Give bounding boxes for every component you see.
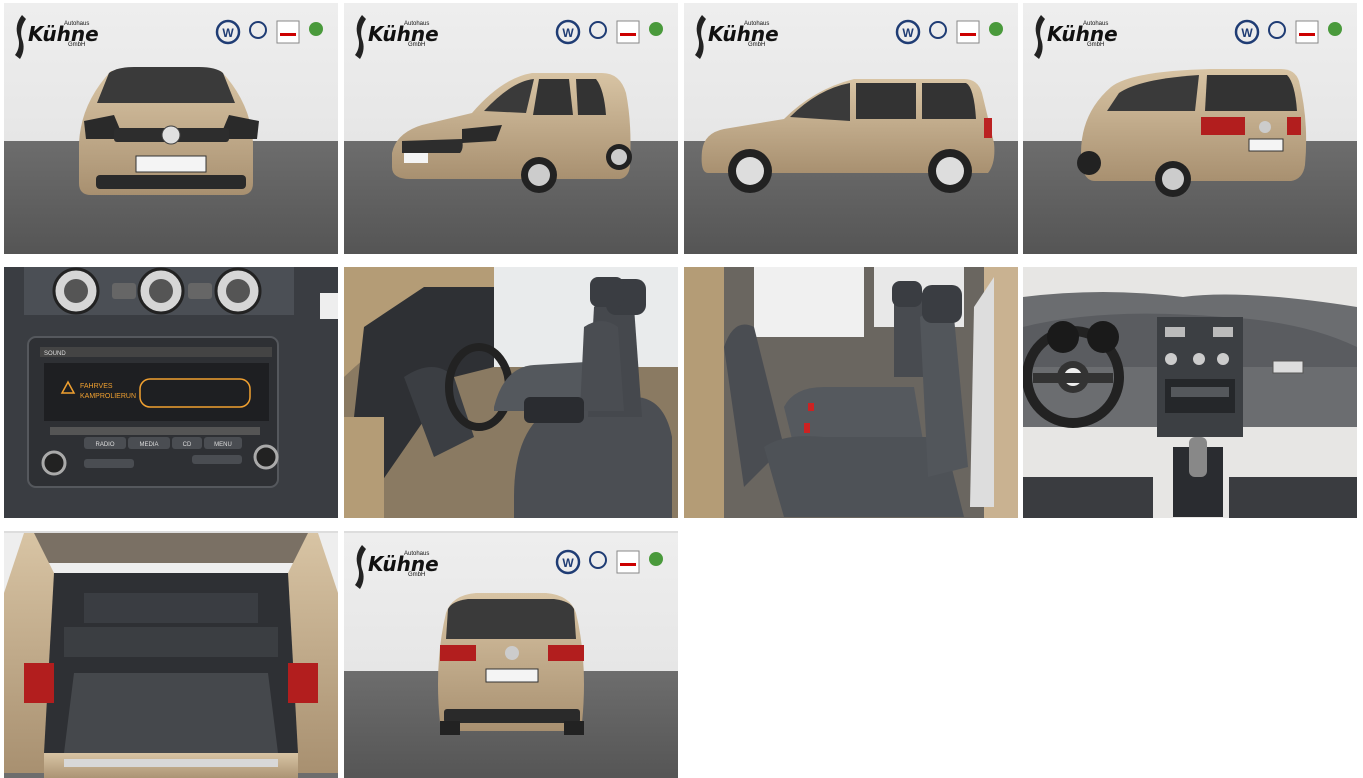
gallery-image-rear-three-quarter[interactable]: Kühne Autohaus GmbH W <box>1023 3 1357 254</box>
svg-text:W: W <box>562 26 574 40</box>
svg-text:W: W <box>222 26 234 40</box>
dealer-line1: Autohaus <box>64 21 89 27</box>
cargo-area <box>44 573 298 753</box>
svg-text:GmbH: GmbH <box>408 572 425 578</box>
svg-text:W: W <box>562 556 574 570</box>
climate-knobs <box>52 267 262 315</box>
svg-text:RADIO: RADIO <box>95 442 114 448</box>
audi-service-badge <box>276 20 300 44</box>
car-rear <box>438 593 584 735</box>
svg-text:GmbH: GmbH <box>1087 42 1104 48</box>
radio-unit: SOUND FAHRVES KAMPROLIERUN RADIO MEDIA C… <box>27 336 279 488</box>
svg-text:Autohaus: Autohaus <box>404 21 429 27</box>
gallery-image-rear[interactable]: Kühne Autohaus GmbH W <box>344 531 678 778</box>
svg-text:CD: CD <box>183 442 192 448</box>
gallery-image-side[interactable]: Kühne Autohaus GmbH W <box>684 3 1018 254</box>
gallery-image-front-three-quarter[interactable]: Kühne Autohaus GmbH W <box>344 3 678 254</box>
gallery-image-rear-seats[interactable] <box>684 267 1018 518</box>
gallery-image-trunk[interactable] <box>4 531 338 778</box>
svg-text:Autohaus: Autohaus <box>744 21 769 27</box>
radio-warning-line1: FAHRVES <box>80 383 113 390</box>
car-front <box>79 67 259 195</box>
gallery-image-radio-console[interactable]: SOUND FAHRVES KAMPROLIERUN RADIO MEDIA C… <box>4 267 338 518</box>
gallery-image-dashboard[interactable] <box>1023 267 1357 518</box>
svg-text:Autohaus: Autohaus <box>1083 21 1108 27</box>
radio-warning-line2: KAMPROLIERUN <box>80 393 136 400</box>
svg-text:GmbH: GmbH <box>408 42 425 48</box>
radio-top-label: SOUND <box>44 351 66 357</box>
svg-text:W: W <box>1241 26 1253 40</box>
car-rear-three-quarter <box>1077 69 1307 197</box>
svg-text:W: W <box>902 26 914 40</box>
svg-text:Autohaus: Autohaus <box>404 551 429 557</box>
skoda-logo <box>309 22 323 36</box>
gallery-image-front-seats[interactable] <box>344 267 678 518</box>
gallery-image-front[interactable]: Kühne Autohaus GmbH W <box>4 3 338 254</box>
svg-text:MENU: MENU <box>214 442 232 448</box>
svg-text:MEDIA: MEDIA <box>139 442 158 448</box>
svg-text:GmbH: GmbH <box>748 42 765 48</box>
dealer-line2: GmbH <box>68 42 85 48</box>
